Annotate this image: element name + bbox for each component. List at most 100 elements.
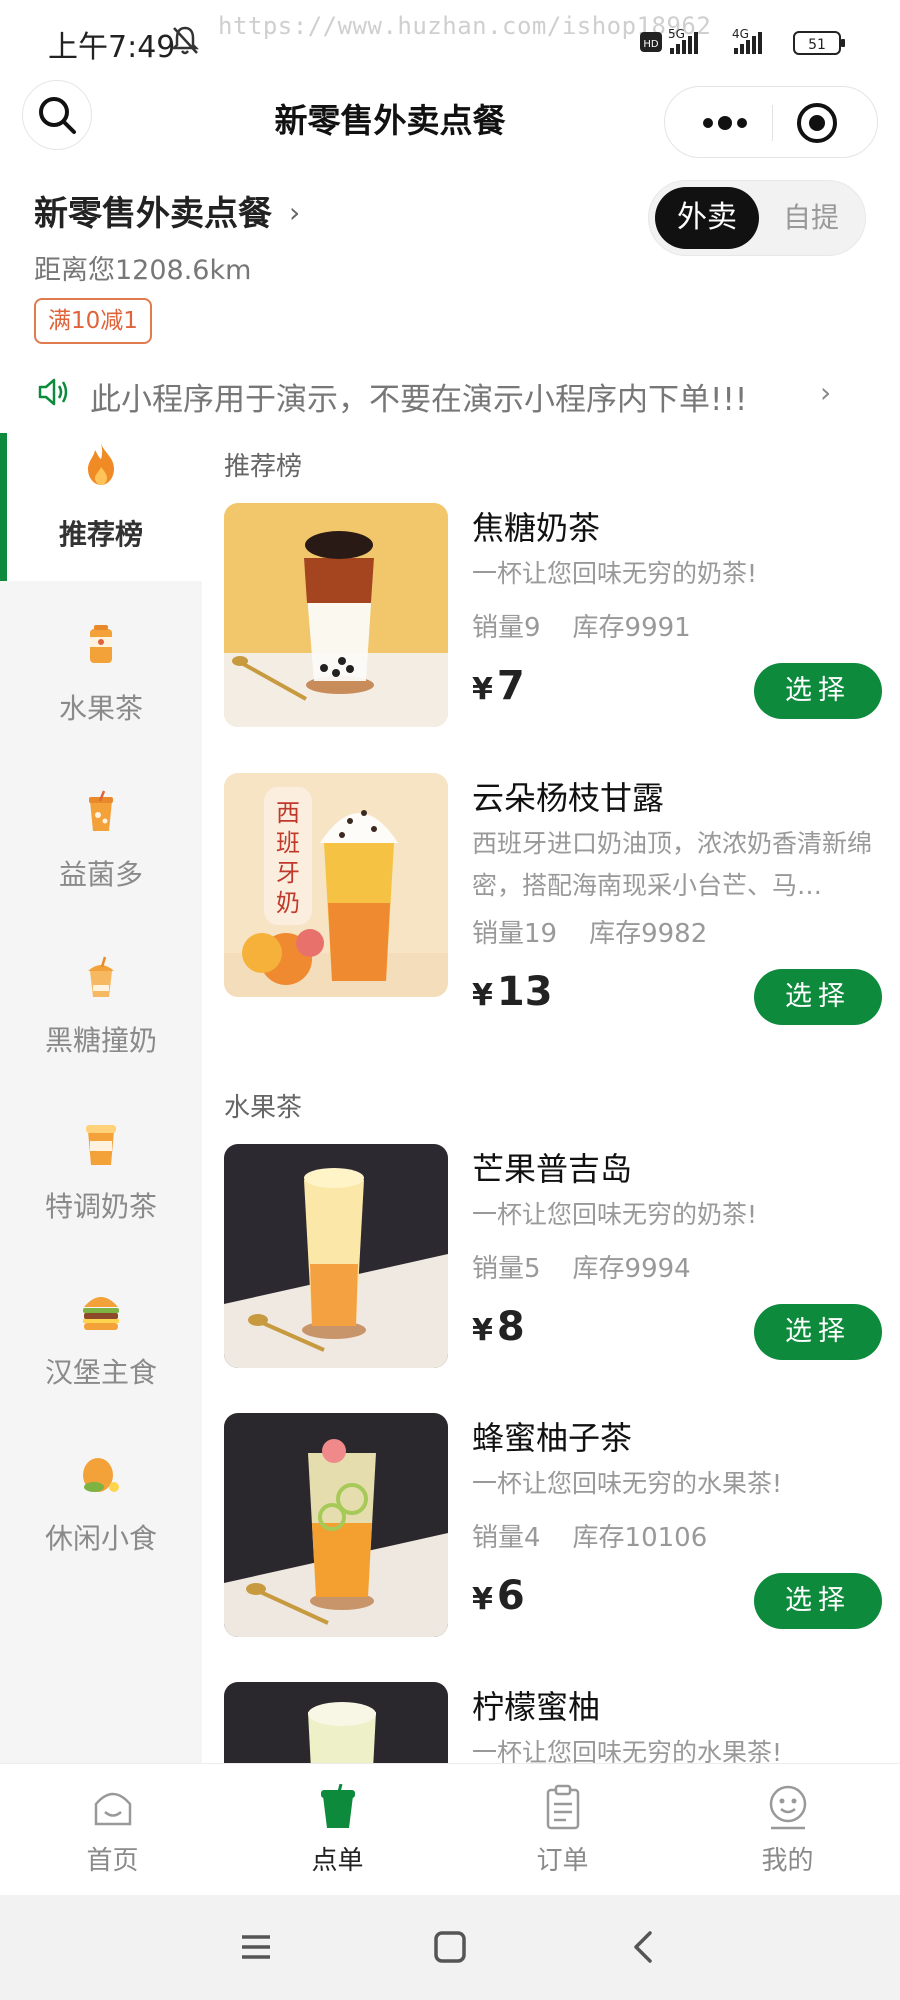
search-icon (39, 97, 76, 134)
product-sales: 销量9 (472, 613, 541, 643)
store-name[interactable]: 新零售外卖点餐 (34, 186, 272, 235)
product-card[interactable]: 焦糖奶茶 一杯让您回味无穷的奶茶! 销量9 库存9991 ¥7 选择 (224, 503, 884, 733)
network-5g-text: 5G (668, 27, 685, 41)
sidebar-item-burger[interactable]: 汉堡主食 (0, 1259, 202, 1425)
product-sales: 销量5 (472, 1254, 541, 1284)
watermark-text: https://www.huzhan.com/ishop18962 (218, 12, 712, 40)
product-card[interactable]: 蜂蜜柚子茶 一杯让您回味无穷的水果茶! 销量4 库存10106 ¥6 选择 (224, 1413, 884, 1643)
milk-tea-icon (86, 1125, 116, 1165)
section-title: 水果茶 (224, 1093, 303, 1123)
network-4g-text: 4G (732, 27, 749, 41)
product-price: ¥6 (472, 1573, 525, 1619)
miniprogram-capsule (664, 86, 878, 158)
bell-muted-icon (170, 26, 200, 55)
product-card[interactable]: 芒果普吉岛 一杯让您回味无穷的奶茶! 销量5 库存9994 ¥8 选择 (224, 1144, 884, 1374)
speaker-icon (38, 378, 68, 406)
product-price: ¥7 (472, 663, 525, 709)
sidebar-item-yakult[interactable]: 益菌多 (0, 761, 202, 927)
menu-icon[interactable] (234, 1925, 278, 1969)
product-stock: 库存9982 (589, 919, 708, 949)
price-value: 7 (496, 663, 525, 709)
price-value: 8 (496, 1304, 525, 1350)
bottom-tab-bar: 首页 点单 订单 我的 (0, 1763, 900, 1895)
tab-profile[interactable]: 我的 (675, 1764, 900, 1896)
sidebar-item-recommended[interactable]: 推荐榜 (0, 433, 202, 581)
product-desc: 西班牙进口奶油顶，浓浓奶香清新绵密，搭配海南现采小台芒、马… (472, 829, 873, 900)
search-button[interactable] (22, 80, 92, 150)
product-name: 芒果普吉岛 (472, 1150, 633, 1188)
category-sidebar: 推荐榜 水果茶 益菌多 黑糖撞奶 特调奶茶 汉堡主食 休闲小食 (0, 433, 202, 1763)
mode-delivery-option[interactable]: 外卖 (655, 187, 759, 249)
select-button[interactable]: 选择 (754, 1573, 882, 1629)
fire-icon (88, 443, 114, 485)
product-image (224, 1413, 448, 1637)
tab-label: 订单 (536, 1846, 589, 1876)
price-value: 13 (496, 969, 553, 1015)
home-icon (94, 1792, 132, 1826)
product-stock: 库存9991 (572, 613, 691, 643)
select-button[interactable]: 选择 (754, 663, 882, 719)
juice-cup-icon (90, 625, 112, 663)
chevron-right-icon[interactable]: › (289, 196, 300, 229)
system-navigation-bar (0, 1895, 900, 2000)
delivery-mode-toggle: 外卖 自提 (648, 180, 866, 256)
product-desc: 一杯让您回味无穷的水果茶! (472, 1469, 783, 1498)
sidebar-item-snacks[interactable]: 休闲小食 (0, 1425, 202, 1591)
yogurt-cup-icon (89, 790, 113, 831)
tab-orders[interactable]: 订单 (450, 1764, 675, 1896)
svg-text:牙: 牙 (276, 859, 300, 887)
product-stats: 销量4 库存10106 (472, 1517, 707, 1554)
product-image (224, 503, 448, 727)
product-stats: 销量19 库存9982 (472, 913, 707, 950)
product-name: 柠檬蜜柚 (472, 1688, 601, 1726)
product-stock: 库存10106 (572, 1523, 708, 1553)
more-dots-icon (703, 116, 747, 130)
product-price: ¥8 (472, 1304, 525, 1350)
page-title: 新零售外卖点餐 (274, 101, 506, 140)
active-indicator (0, 433, 7, 581)
tab-home[interactable]: 首页 (0, 1764, 225, 1896)
burger-icon (83, 1297, 119, 1330)
product-image (224, 1144, 448, 1368)
more-button[interactable] (695, 103, 755, 143)
tab-order-menu[interactable]: 点单 (225, 1764, 450, 1896)
notice-bar[interactable]: 此小程序用于演示，不要在演示小程序内下单!!! › (0, 360, 900, 428)
snack-icon (83, 1458, 119, 1492)
product-desc: 一杯让您回味无穷的水果茶! (472, 1738, 783, 1763)
sidebar-item-label: 特调奶茶 (44, 1190, 157, 1223)
product-card[interactable]: 柠檬蜜柚 一杯让您回味无穷的水果茶! (224, 1682, 884, 1763)
mode-pickup-option[interactable]: 自提 (761, 187, 861, 249)
svg-text:班: 班 (276, 829, 300, 857)
product-name: 蜂蜜柚子茶 (472, 1419, 633, 1457)
svg-text:西: 西 (276, 799, 300, 827)
currency-symbol: ¥ (472, 672, 493, 707)
select-button[interactable]: 选择 (754, 969, 882, 1025)
product-desc: 一杯让您回味无穷的奶茶! (472, 1200, 758, 1229)
milk-cup-icon (88, 956, 114, 997)
chevron-right-icon: › (820, 376, 832, 409)
product-stats: 销量5 库存9994 (472, 1248, 691, 1285)
back-icon[interactable] (622, 1925, 666, 1969)
clipboard-icon (546, 1784, 580, 1830)
product-price: ¥13 (472, 969, 553, 1015)
select-button[interactable]: 选择 (754, 1304, 882, 1360)
tab-label: 首页 (86, 1846, 139, 1876)
product-card[interactable]: 西 班 牙 奶 云朵杨枝甘露 西班牙进口奶油顶，浓浓奶香清新绵密，搭配海南现采小… (224, 773, 884, 1033)
battery-level-text: 51 (808, 37, 826, 53)
close-miniprogram-icon[interactable] (795, 101, 839, 145)
section-title: 推荐榜 (224, 452, 303, 482)
sidebar-item-fruit-tea[interactable]: 水果茶 (0, 595, 202, 761)
currency-symbol: ¥ (472, 978, 493, 1013)
home-square-icon[interactable] (428, 1925, 472, 1969)
sidebar-item-label: 汉堡主食 (44, 1356, 157, 1389)
promo-badge: 满10减1 (34, 298, 152, 344)
svg-text:奶: 奶 (276, 889, 300, 917)
currency-symbol: ¥ (472, 1582, 493, 1617)
sidebar-item-brown-sugar-milk[interactable]: 黑糖撞奶 (0, 927, 202, 1093)
sidebar-item-label: 益菌多 (58, 858, 143, 891)
sidebar-item-special-milk-tea[interactable]: 特调奶茶 (0, 1093, 202, 1259)
product-sales: 销量4 (472, 1523, 541, 1553)
product-name: 焦糖奶茶 (472, 509, 601, 547)
sidebar-item-label: 水果茶 (58, 692, 143, 725)
sidebar-item-label: 休闲小食 (44, 1522, 157, 1555)
